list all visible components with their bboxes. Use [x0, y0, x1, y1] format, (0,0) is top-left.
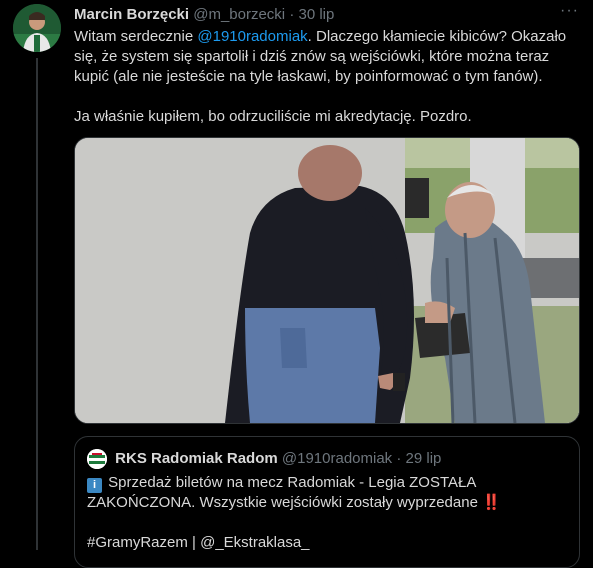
more-options-icon[interactable]: ··· — [560, 2, 579, 20]
photo-scene — [75, 138, 579, 423]
quoted-text-body: Sprzedaż biletów na mecz Radomiak - Legi… — [87, 474, 483, 511]
avatar[interactable] — [13, 4, 61, 52]
tweet-date[interactable]: 30 lip — [298, 6, 334, 23]
info-icon: i — [87, 478, 102, 493]
quoted-dot-separator: · — [396, 450, 402, 467]
double-exclamation-icon: ‼️ — [482, 494, 501, 511]
mention-link[interactable]: @1910radomiak — [197, 28, 307, 45]
quoted-hashtags: #GramyRazem | @_Ekstraklasa_ — [87, 534, 310, 551]
author-handle[interactable]: @m_borzecki — [193, 6, 285, 23]
quoted-handle: @1910radomiak — [281, 450, 393, 467]
dot-separator: · — [289, 6, 295, 23]
quoted-author-name: RKS Radomiak Radom — [115, 450, 278, 467]
tweet-header: Marcin Borzęcki @m_borzecki · 30 lip — [74, 6, 334, 24]
tweet-text: Witam serdecznie @1910radomiak. Dlaczego… — [74, 27, 584, 127]
quoted-date: 29 lip — [405, 450, 442, 467]
quoted-text: i Sprzedaż biletów na mecz Radomiak - Le… — [87, 473, 567, 553]
tweet[interactable]: Marcin Borzęcki @m_borzecki · 30 lip ···… — [0, 0, 593, 568]
quoted-tweet[interactable]: RKS Radomiak Radom @1910radomiak · 29 li… — [74, 436, 580, 568]
quoted-avatar — [87, 449, 107, 470]
tweet-photo[interactable] — [74, 137, 580, 424]
quoted-header: RKS Radomiak Radom @1910radomiak · 29 li… — [87, 449, 442, 470]
tweet-text-start: Witam serdecznie — [74, 28, 198, 45]
thread-line — [36, 58, 38, 550]
author-name[interactable]: Marcin Borzęcki — [74, 6, 189, 23]
